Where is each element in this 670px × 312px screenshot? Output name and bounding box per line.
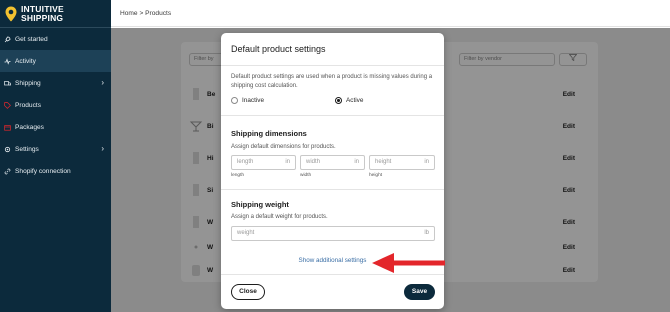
divider: [221, 189, 444, 190]
sidebar-item-shipping[interactable]: Shipping ›: [0, 72, 111, 94]
height-caption: height: [369, 173, 383, 178]
length-caption: length: [231, 173, 245, 178]
rocket-icon: [4, 36, 11, 43]
breadcrumb-separator: >: [139, 10, 144, 17]
location-pin-icon: [5, 6, 17, 22]
activity-icon: [4, 57, 11, 65]
length-input[interactable]: length in: [231, 155, 296, 170]
save-button[interactable]: Save: [404, 284, 435, 300]
sidebar-nav: Get started Activity Shipping › Products…: [0, 28, 111, 182]
sidebar-item-label: Get started: [15, 35, 48, 43]
tag-icon: [4, 101, 11, 109]
brand-line-2: SHIPPING: [21, 12, 64, 23]
chevron-right-icon: ›: [101, 144, 104, 153]
width-caption: width: [300, 173, 312, 178]
sidebar-item-get-started[interactable]: Get started: [0, 28, 111, 50]
shipping-dimensions-title: Shipping dimensions: [231, 129, 307, 138]
sidebar-item-label: Settings: [15, 145, 39, 153]
annotation-arrow-icon: [372, 253, 445, 273]
modal-title: Default product settings: [231, 44, 326, 54]
gear-icon: [4, 146, 11, 153]
sidebar-item-label: Shipping: [15, 79, 41, 87]
link-icon: [4, 168, 11, 175]
chevron-right-icon: ›: [101, 78, 104, 87]
sidebar-item-label: Shopify connection: [15, 167, 71, 175]
weight-input[interactable]: weight lb: [231, 226, 435, 241]
height-input[interactable]: height in: [369, 155, 435, 170]
radio-label: Active: [346, 97, 364, 104]
sidebar-item-packages[interactable]: Packages: [0, 116, 111, 138]
sidebar-item-label: Activity: [15, 57, 36, 65]
package-icon: [4, 124, 11, 131]
width-unit: in: [354, 159, 359, 165]
height-placeholder: height: [375, 159, 392, 165]
radio-checked-icon: [335, 97, 342, 104]
divider: [221, 65, 444, 66]
sidebar-item-settings[interactable]: Settings ›: [0, 138, 111, 160]
length-placeholder: length: [237, 159, 254, 165]
sidebar-item-label: Products: [15, 101, 42, 109]
sidebar-item-label: Packages: [15, 123, 44, 131]
brand-name: INTUITIVE SHIPPING: [21, 5, 64, 22]
width-input[interactable]: width in: [300, 155, 365, 170]
brand-logo[interactable]: INTUITIVE SHIPPING: [0, 0, 111, 27]
breadcrumb: Home > Products: [120, 10, 171, 17]
divider: [221, 274, 444, 275]
divider: [221, 115, 444, 116]
radio-label: Inactive: [242, 97, 265, 104]
sidebar-item-shopify-connection[interactable]: Shopify connection: [0, 160, 111, 182]
sidebar-item-products[interactable]: Products: [0, 94, 111, 116]
status-active-radio[interactable]: Active: [335, 97, 363, 104]
sidebar-item-activity[interactable]: Activity: [0, 50, 111, 72]
truck-icon: [4, 80, 11, 87]
close-button[interactable]: Close: [231, 284, 265, 300]
top-bar: Home > Products: [111, 0, 670, 27]
breadcrumb-current: Products: [145, 10, 172, 17]
shipping-weight-desc: Assign a default weight for products.: [231, 214, 328, 220]
height-unit: in: [424, 159, 429, 165]
radio-unchecked-icon: [231, 97, 238, 104]
weight-placeholder: weight: [237, 230, 255, 236]
shipping-dimensions-desc: Assign default dimensions for products.: [231, 144, 336, 150]
breadcrumb-home[interactable]: Home: [120, 10, 138, 17]
width-placeholder: width: [306, 159, 321, 165]
modal-intro-text: Default product settings are used when a…: [231, 74, 433, 89]
sidebar: INTUITIVE SHIPPING Get started Activity …: [0, 0, 111, 312]
shipping-weight-title: Shipping weight: [231, 200, 289, 209]
length-unit: in: [285, 159, 290, 165]
status-inactive-radio[interactable]: Inactive: [231, 97, 264, 104]
weight-unit: lb: [424, 230, 429, 236]
